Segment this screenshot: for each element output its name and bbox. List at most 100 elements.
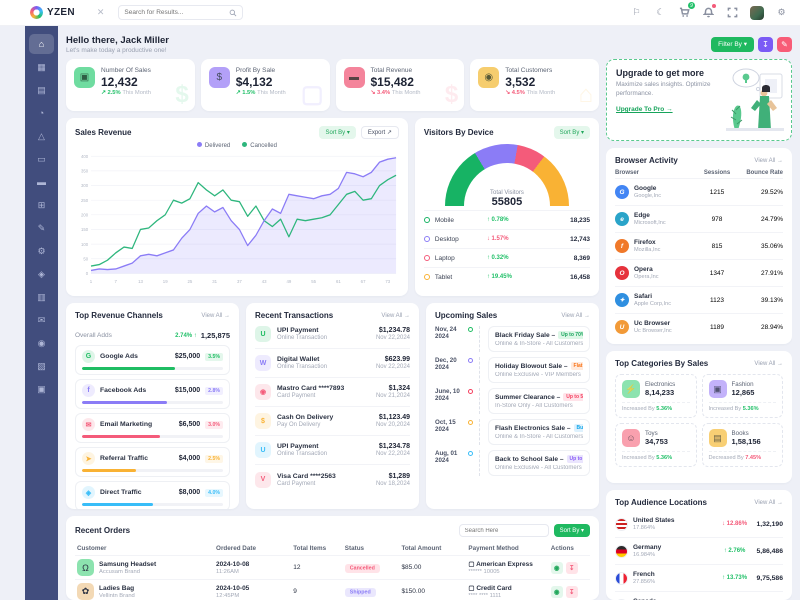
sidebar-item[interactable]: ⌂ bbox=[29, 34, 54, 54]
language-icon[interactable]: ⚐ bbox=[630, 6, 643, 19]
dark-mode-icon[interactable]: ☾ bbox=[654, 6, 667, 19]
svg-text:43: 43 bbox=[262, 279, 267, 284]
sidebar-item[interactable]: ✉ bbox=[29, 310, 54, 330]
settings-gear-icon[interactable]: ⚙ bbox=[775, 6, 788, 19]
overall-adds-row: Overall Adds 2.74% ↑ 1,25,875 bbox=[75, 331, 230, 340]
top-categories-view-all[interactable]: View All → bbox=[754, 361, 783, 367]
recent-orders-card: Recent Orders Sort By ▾ Customer Ordered… bbox=[66, 516, 599, 600]
edit-button[interactable]: ✎ bbox=[777, 37, 792, 52]
device-dot-icon bbox=[424, 217, 430, 223]
product-image: Ω bbox=[77, 559, 94, 576]
timeline-line bbox=[479, 326, 480, 352]
sale-discount-badge: Up to 30% off bbox=[567, 455, 583, 463]
top-audience-view-all[interactable]: View All → bbox=[754, 500, 783, 506]
overall-adds-value: 1,25,875 bbox=[201, 331, 230, 340]
fullscreen-icon[interactable] bbox=[726, 6, 739, 19]
legend-delivered: Delivered bbox=[197, 142, 230, 149]
sidebar-item[interactable]: ◔ bbox=[29, 103, 54, 123]
sale-item: Summer Clearance – Up to 50% off In-Stor… bbox=[488, 388, 590, 414]
orders-search-input[interactable] bbox=[459, 524, 549, 537]
stat-label: Total Revenue bbox=[371, 67, 421, 74]
stat-watermark-icon: $ bbox=[445, 81, 458, 109]
timeline-dot-icon bbox=[468, 389, 473, 394]
transaction-row: $ Cash On Delivery Pay On Delivery $1,12… bbox=[255, 407, 410, 436]
sidebar-item[interactable]: ◉ bbox=[29, 333, 54, 353]
svg-text:25: 25 bbox=[188, 279, 193, 284]
stat-label: Number Of Sales bbox=[101, 67, 151, 74]
sidebar-item[interactable]: ⊞ bbox=[29, 195, 54, 215]
timeline-dot-icon bbox=[468, 451, 473, 456]
col-customer: Customer bbox=[75, 542, 214, 556]
svg-text:50: 50 bbox=[83, 256, 88, 261]
channel-icon: ◈ bbox=[82, 486, 95, 499]
svg-text:13: 13 bbox=[138, 279, 143, 284]
revenue-channels-view-all[interactable]: View All → bbox=[201, 313, 230, 319]
browser-logo-icon: f bbox=[615, 239, 629, 253]
category-icon: ⚡ bbox=[622, 380, 640, 398]
order-row: ✿ Ladies Bag Vellintn Brand 2024-10-0512… bbox=[75, 580, 590, 600]
download-button[interactable]: ↧ bbox=[758, 37, 773, 52]
filter-by-button[interactable]: Filter By ▾ bbox=[711, 37, 754, 52]
sidebar-item[interactable]: ▦ bbox=[29, 57, 54, 77]
channel-trend-badge: 2.5% bbox=[205, 455, 223, 463]
stat-card: ▣ Number Of Sales 12,432 ↗ 2.5% This Mon… bbox=[66, 59, 195, 111]
stat-trend: ↘ 4.5% bbox=[505, 90, 525, 96]
browser-activity-view-all[interactable]: View All → bbox=[754, 158, 783, 164]
sidebar-item[interactable]: ▬ bbox=[29, 172, 54, 192]
audience-row: French 27.856% ↑ 13.73% 9,75,586 bbox=[615, 565, 783, 592]
sale-item: Black Friday Sale – Up to 70% off Online… bbox=[488, 326, 590, 352]
svg-text:100: 100 bbox=[81, 242, 89, 247]
audience-row: Germany 16.984% ↑ 2.76% 5,86,486 bbox=[615, 538, 783, 565]
col-payment-method: Payment Method bbox=[466, 542, 548, 556]
sidebar-item[interactable]: ⚙ bbox=[29, 241, 54, 261]
channel-progress-bar bbox=[82, 367, 175, 370]
category-icon: ☺ bbox=[622, 429, 640, 447]
sidebar-item[interactable]: △ bbox=[29, 126, 54, 146]
upcoming-sales-view-all[interactable]: View All → bbox=[561, 313, 590, 319]
cart-badge: 9 bbox=[688, 2, 695, 9]
delete-order-button[interactable]: ↧ bbox=[566, 586, 578, 598]
view-order-button[interactable]: ◉ bbox=[551, 562, 563, 574]
view-order-button[interactable]: ◉ bbox=[551, 586, 563, 598]
channel-progress-bar bbox=[82, 503, 153, 506]
sidebar-item[interactable]: ▭ bbox=[29, 149, 54, 169]
channel-progress-bar bbox=[82, 469, 136, 472]
sidebar-item[interactable]: ▣ bbox=[29, 379, 54, 399]
channel-icon: ✉ bbox=[82, 418, 95, 431]
transaction-row: U UPI Payment Online Transaction $1,234.… bbox=[255, 436, 410, 465]
stat-card: ▬ Total Revenue $15,482 ↘ 3.4% This Mont… bbox=[336, 59, 465, 111]
cart-icon[interactable]: 9 bbox=[678, 6, 691, 19]
search-input[interactable] bbox=[124, 9, 225, 16]
greeting-subtitle: Let's make today a productive one! bbox=[66, 47, 169, 54]
svg-text:0: 0 bbox=[86, 271, 89, 276]
channel-row: ◈ Direct Traffic $8,000 4.0% bbox=[75, 481, 230, 509]
search-bar[interactable] bbox=[118, 5, 243, 20]
svg-text:400: 400 bbox=[81, 154, 89, 159]
orders-sort-button[interactable]: Sort By ▾ bbox=[554, 524, 590, 537]
notifications-icon[interactable] bbox=[702, 6, 715, 19]
channel-progress-bar bbox=[82, 401, 167, 404]
sale-item: Flash Electronics Sale – Buy 1 Get 1 Fre… bbox=[488, 419, 590, 445]
transactions-view-all[interactable]: View All → bbox=[381, 313, 410, 319]
stat-watermark-icon: $ bbox=[175, 81, 188, 109]
browser-row: ✦ Safari Apple Corp,Inc 1123 39.13% bbox=[615, 286, 783, 313]
svg-text:150: 150 bbox=[81, 227, 89, 232]
sidebar-item[interactable]: ▥ bbox=[29, 287, 54, 307]
sidebar-item[interactable]: ▧ bbox=[29, 356, 54, 376]
sales-export-button[interactable]: Export ↗ bbox=[361, 126, 399, 139]
sidebar-item[interactable]: ◈ bbox=[29, 264, 54, 284]
user-avatar[interactable] bbox=[750, 6, 764, 20]
category-icon: ▤ bbox=[709, 429, 727, 447]
sidebar-item[interactable]: ✎ bbox=[29, 218, 54, 238]
sidebar-item[interactable]: ▤ bbox=[29, 80, 54, 100]
close-icon[interactable]: ✕ bbox=[97, 7, 105, 18]
stat-label: Total Customers bbox=[505, 67, 555, 74]
stat-card: $ Profit By Sale $4,132 ↗ 1.5% This Mont… bbox=[201, 59, 330, 111]
upgrade-description: Maximize sales insights. Optimize perfor… bbox=[616, 81, 711, 98]
sales-sort-button[interactable]: Sort By ▾ bbox=[319, 126, 355, 139]
channel-list: G Google Ads $25,000 3.5% bbox=[75, 345, 230, 509]
visitors-sort-button[interactable]: Sort By ▾ bbox=[554, 126, 590, 139]
delete-order-button[interactable]: ↧ bbox=[566, 562, 578, 574]
upgrade-to-pro-link[interactable]: Upgrade To Pro → bbox=[616, 106, 673, 113]
timeline-line bbox=[479, 450, 480, 476]
